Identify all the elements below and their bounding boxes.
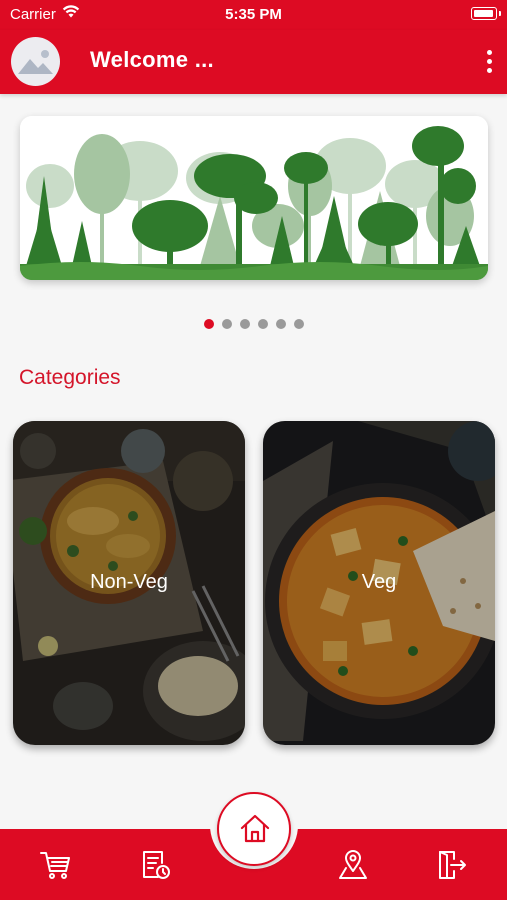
location-icon[interactable] [336, 848, 370, 882]
carousel-dots [0, 319, 507, 329]
category-card-veg[interactable]: Veg [263, 421, 495, 745]
categories-heading: Categories [19, 366, 121, 389]
carousel-dot[interactable] [221, 319, 232, 329]
status-bar: Carrier 5:35 PM [0, 0, 507, 30]
category-label: Non-Veg [90, 571, 168, 593]
orders-icon[interactable] [138, 848, 172, 882]
carousel-dot[interactable] [293, 319, 304, 329]
battery-icon [471, 7, 501, 20]
carousel-dot-active[interactable] [203, 319, 214, 329]
carousel-dot[interactable] [257, 319, 268, 329]
more-vertical-icon[interactable] [477, 46, 501, 78]
forest-banner-image [20, 116, 488, 280]
status-time: 5:35 PM [225, 6, 282, 23]
avatar[interactable] [11, 37, 60, 86]
page-title: Welcome ... [90, 47, 214, 72]
image-placeholder-icon [18, 50, 53, 74]
logout-icon[interactable] [434, 848, 468, 882]
home-icon [240, 814, 270, 843]
cart-icon[interactable] [39, 848, 73, 882]
carousel-dot[interactable] [239, 319, 250, 329]
app-bar: Welcome ... [0, 30, 507, 94]
category-label: Veg [361, 571, 397, 593]
home-button[interactable] [217, 792, 291, 866]
category-card-non-veg[interactable]: Non-Veg [13, 421, 245, 745]
banner-carousel[interactable] [20, 116, 488, 280]
carousel-dot[interactable] [275, 319, 286, 329]
